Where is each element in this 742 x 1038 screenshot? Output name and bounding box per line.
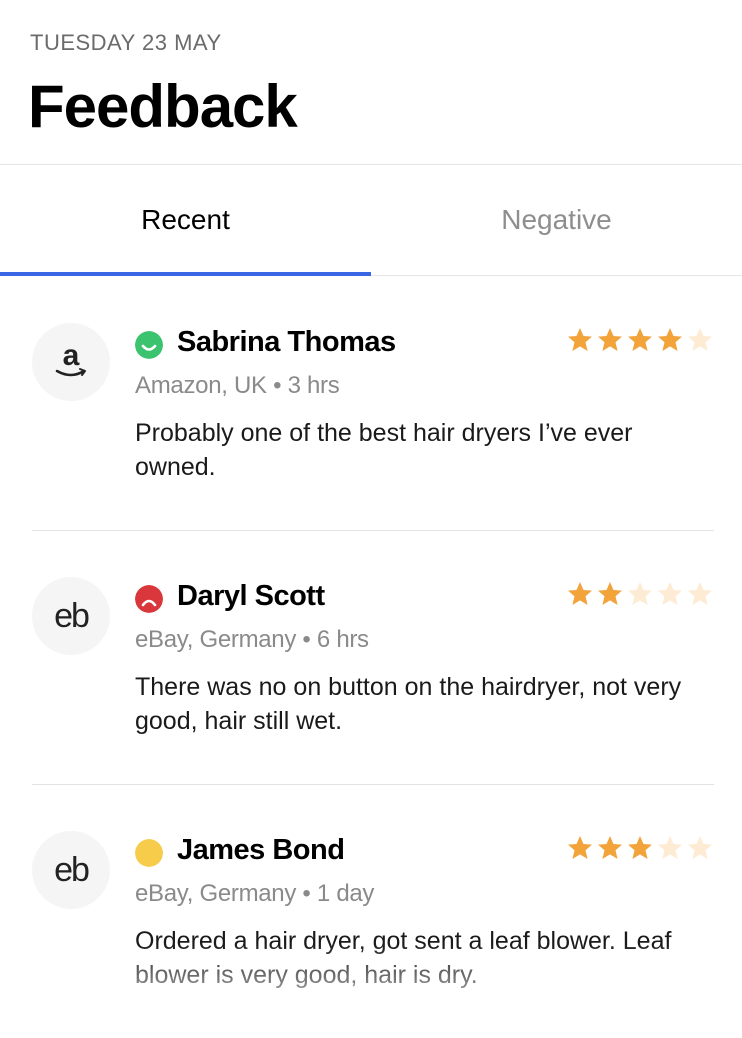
- star-rating: [566, 834, 714, 862]
- reviewer-name: Sabrina Thomas: [177, 326, 396, 358]
- star-empty-icon: [628, 582, 652, 605]
- happy-face-icon: [135, 331, 163, 359]
- star-filled-icon: [628, 836, 652, 859]
- review-source: eBay, Germany: [135, 880, 297, 907]
- star-filled-icon: [658, 328, 682, 351]
- tab-negative[interactable]: Negative: [371, 165, 742, 275]
- star-empty-icon: [658, 836, 682, 859]
- sad-face-icon: [135, 585, 163, 613]
- page-title: Feedback: [28, 73, 298, 140]
- logo-text: eb: [54, 596, 90, 635]
- review-text: There was no on button on the hairdryer,…: [135, 673, 682, 735]
- review-meta: eBay, Germany • 6 hrs: [135, 626, 369, 653]
- star-rating: [566, 326, 714, 354]
- review-text: Probably one of the best hair dryers I’v…: [135, 419, 633, 481]
- star-rating: [566, 580, 714, 608]
- star-empty-icon: [688, 328, 712, 351]
- neutral-face-icon: [135, 839, 163, 867]
- tab-recent[interactable]: Recent: [0, 165, 371, 276]
- star-filled-icon: [598, 836, 622, 859]
- review-meta: Amazon, UK • 3 hrs: [135, 372, 340, 399]
- review-meta: eBay, Germany • 1 day: [135, 880, 375, 907]
- review-time: 1 day: [316, 880, 375, 907]
- review-source: Amazon, UK: [135, 372, 267, 399]
- page-header: TUESDAY 23 MAY Feedback: [0, 0, 742, 165]
- review-item[interactable]: eb James Bond eBay, Germany • 1 day Orde…: [0, 784, 742, 1038]
- star-filled-icon: [628, 328, 652, 351]
- ebay-logo-icon: eb: [32, 577, 110, 655]
- review-item[interactable]: eb Daryl Scott eBay, Germany • 6 hrs The…: [0, 530, 742, 784]
- review-time: 3 hrs: [287, 372, 340, 399]
- ebay-logo-icon: eb: [32, 831, 110, 909]
- logo-text: eb: [54, 850, 90, 889]
- star-filled-icon: [568, 582, 592, 605]
- reviewer-name: Daryl Scott: [177, 580, 325, 612]
- header-date: TUESDAY 23 MAY: [30, 30, 222, 55]
- review-source: eBay, Germany: [135, 626, 297, 653]
- star-filled-icon: [598, 582, 622, 605]
- review-text: Ordered a hair dryer, got sent a leaf bl…: [135, 927, 672, 989]
- review-list: a Sabrina Thomas Amazon, UK • 3 hrs Prob…: [0, 276, 742, 1038]
- star-empty-icon: [688, 582, 712, 605]
- amazon-logo-icon: a: [32, 323, 110, 401]
- star-filled-icon: [568, 328, 592, 351]
- review-item[interactable]: a Sabrina Thomas Amazon, UK • 3 hrs Prob…: [0, 276, 742, 530]
- star-empty-icon: [658, 582, 682, 605]
- tab-bar: Recent Negative: [0, 165, 742, 276]
- star-empty-icon: [688, 836, 712, 859]
- star-filled-icon: [568, 836, 592, 859]
- star-filled-icon: [598, 328, 622, 351]
- reviewer-name: James Bond: [177, 834, 345, 866]
- svg-text:a: a: [63, 341, 80, 372]
- review-time: 6 hrs: [316, 626, 369, 653]
